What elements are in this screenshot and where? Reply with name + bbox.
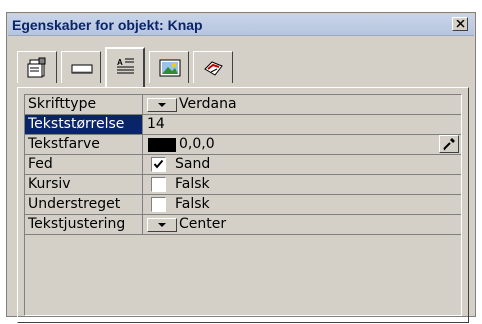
property-row-font[interactable]: Skrifttype Verdana	[25, 95, 461, 115]
property-value-cell: Falsk	[145, 175, 461, 194]
checkbox-italic[interactable]	[151, 177, 166, 192]
properties-dialog: Egenskaber for objekt: Knap A Skrifttype…	[6, 12, 476, 323]
property-value-cell: Center	[145, 215, 461, 234]
tab-text[interactable]: A	[105, 47, 145, 87]
dropdown-button[interactable]	[147, 98, 177, 112]
color-picker-button[interactable]	[439, 135, 459, 153]
close-button[interactable]	[452, 17, 468, 31]
tab-actions[interactable]	[193, 51, 233, 83]
property-name: Skrifttype	[25, 95, 143, 114]
svg-text:A: A	[117, 58, 123, 67]
property-row-underline[interactable]: Understreget Falsk	[25, 195, 461, 215]
color-swatch	[148, 138, 176, 152]
properties-icon	[27, 57, 46, 78]
dialog-title: Egenskaber for objekt: Knap	[12, 17, 203, 33]
checkmark-icon	[153, 159, 164, 169]
property-row-text-size[interactable]: Tekststørrelse 14	[25, 115, 461, 135]
eyedropper-icon	[443, 138, 455, 151]
title-bar[interactable]: Egenskaber for objekt: Knap	[8, 14, 474, 36]
appearance-icon	[71, 64, 93, 74]
property-grid: Skrifttype Verdana Tekststørrelse 14 Tek…	[24, 94, 462, 316]
property-value-cell: 14	[145, 115, 461, 134]
property-value-cell: Verdana	[145, 95, 461, 114]
tab-appearance[interactable]	[61, 51, 101, 83]
property-value-cell: 0,0,0	[145, 135, 461, 154]
property-row-text-color[interactable]: Tekstfarve 0,0,0	[25, 135, 461, 155]
property-value: Falsk	[175, 196, 210, 212]
property-value: Center	[179, 216, 227, 232]
property-name: Understreget	[25, 195, 143, 214]
property-row-bold[interactable]: Fed Sand	[25, 155, 461, 175]
property-value: Sand	[175, 156, 211, 172]
property-value: 0,0,0	[179, 136, 215, 152]
text-icon: A	[117, 58, 134, 74]
property-name: Tekstfarve	[25, 135, 143, 154]
close-icon	[456, 20, 465, 28]
checkbox-bold[interactable]	[151, 157, 166, 172]
picture-icon	[159, 59, 181, 77]
property-name: Tekstjustering	[25, 215, 143, 234]
dropdown-button[interactable]	[147, 218, 177, 232]
property-row-italic[interactable]: Kursiv Falsk	[25, 175, 461, 195]
property-name: Fed	[25, 155, 143, 174]
property-value-cell: Falsk	[145, 195, 461, 214]
property-row-text-alignment[interactable]: Tekstjustering Center	[25, 215, 461, 235]
actions-icon	[204, 61, 223, 76]
property-value: Falsk	[175, 176, 210, 192]
tab-properties[interactable]	[17, 51, 57, 83]
property-value: Verdana	[179, 96, 237, 112]
tab-picture[interactable]	[149, 51, 189, 83]
properties-panel: Skrifttype Verdana Tekststørrelse 14 Tek…	[17, 87, 469, 323]
checkbox-underline[interactable]	[151, 197, 166, 212]
property-value[interactable]: 14	[147, 115, 165, 134]
tab-strip: A	[17, 47, 467, 87]
property-name: Kursiv	[25, 175, 143, 194]
property-name: Tekststørrelse	[25, 115, 143, 134]
property-value-cell: Sand	[145, 155, 461, 174]
